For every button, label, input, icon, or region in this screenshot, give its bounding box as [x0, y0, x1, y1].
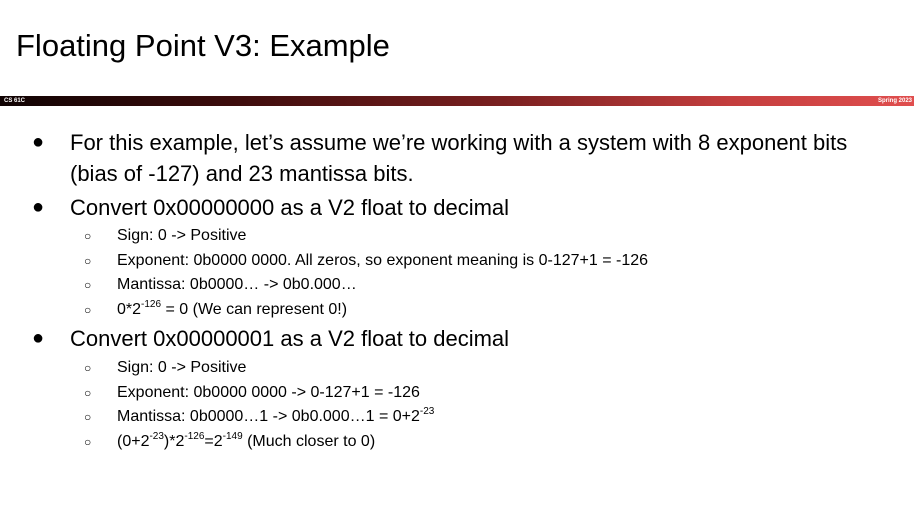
bullet-icon: ●	[32, 327, 45, 349]
sub-bullet-text: Exponent: 0b0000 0000. All zeros, so exp…	[117, 252, 649, 269]
course-label: CS 61C	[4, 98, 26, 104]
formula-part: 0*2	[117, 301, 142, 318]
bullet-assumptions: ● For this example, let’s assume we’re w…	[32, 127, 880, 189]
sub-bullet-icon: ○	[84, 410, 92, 424]
sub-bullet-text: Sign: 0 -> Positive	[117, 227, 247, 244]
sub-bullet-icon: ○	[84, 254, 92, 268]
sub-bullet-sign: ○ Sign: 0 -> Positive	[84, 356, 247, 380]
sub-bullet-icon: ○	[84, 386, 92, 400]
formula-part: Mantissa: 0b0000…1 -> 0b0.000…1 = 0+2	[117, 408, 420, 425]
formula-exponent: -149	[222, 431, 243, 442]
sub-bullet-exponent: ○ Exponent: 0b0000 0000. All zeros, so e…	[84, 249, 649, 273]
term-label: Spring 2023	[877, 98, 912, 104]
formula-part: (Much closer to 0)	[242, 433, 376, 450]
formula-exponent: -126	[184, 431, 205, 442]
sub-bullet-icon: ○	[84, 361, 92, 375]
formula-exponent: -23	[419, 406, 435, 417]
sub-bullet-sign: ○ Sign: 0 -> Positive	[84, 224, 247, 248]
sub-bullet-text: Exponent: 0b0000 0000 -> 0-127+1 = -126	[117, 384, 420, 401]
sub-bullet-mantissa: ○ Mantissa: 0b0000…1 -> 0b0.000…1 = 0+2-…	[84, 405, 435, 429]
formula-part: )*2	[163, 433, 185, 450]
sub-bullet-result: ○ (0+2-23)*2-126=2-149 (Much closer to 0…	[84, 430, 376, 454]
bullet-text: Convert 0x00000000 as a V2 float to deci…	[70, 195, 510, 220]
bullet-text: Convert 0x00000001 as a V2 float to deci…	[70, 326, 510, 351]
sub-bullet-mantissa: ○ Mantissa: 0b0000… -> 0b0.000…	[84, 273, 357, 297]
bullet-icon: ●	[32, 196, 45, 218]
formula-part: =2	[204, 433, 223, 450]
sub-bullet-result: ○ 0*2-126 = 0 (We can represent 0!)	[84, 298, 348, 322]
bullet-convert-zero: ● Convert 0x00000000 as a V2 float to de…	[32, 192, 880, 223]
formula-exponent: -23	[149, 431, 164, 442]
formula-part: (0+2	[117, 433, 150, 450]
bullet-text: For this example, let’s assume we’re wor…	[70, 130, 848, 186]
sub-bullet-text: Mantissa: 0b0000… -> 0b0.000…	[117, 276, 357, 293]
formula-part: = 0 (We can represent 0!)	[161, 301, 348, 318]
bullet-icon: ●	[32, 131, 45, 153]
sub-bullet-exponent: ○ Exponent: 0b0000 0000 -> 0-127+1 = -12…	[84, 381, 420, 405]
formula-exponent: -126	[141, 299, 162, 310]
sub-bullet-icon: ○	[84, 229, 92, 243]
slide-title: Floating Point V3: Example	[16, 28, 390, 63]
sub-bullet-icon: ○	[84, 435, 92, 449]
course-banner: CS 61C Spring 2023	[0, 96, 914, 106]
sub-bullet-icon: ○	[84, 303, 92, 317]
bullet-convert-one: ● Convert 0x00000001 as a V2 float to de…	[32, 323, 880, 354]
sub-bullet-text: Sign: 0 -> Positive	[117, 359, 247, 376]
sub-bullet-icon: ○	[84, 278, 92, 292]
